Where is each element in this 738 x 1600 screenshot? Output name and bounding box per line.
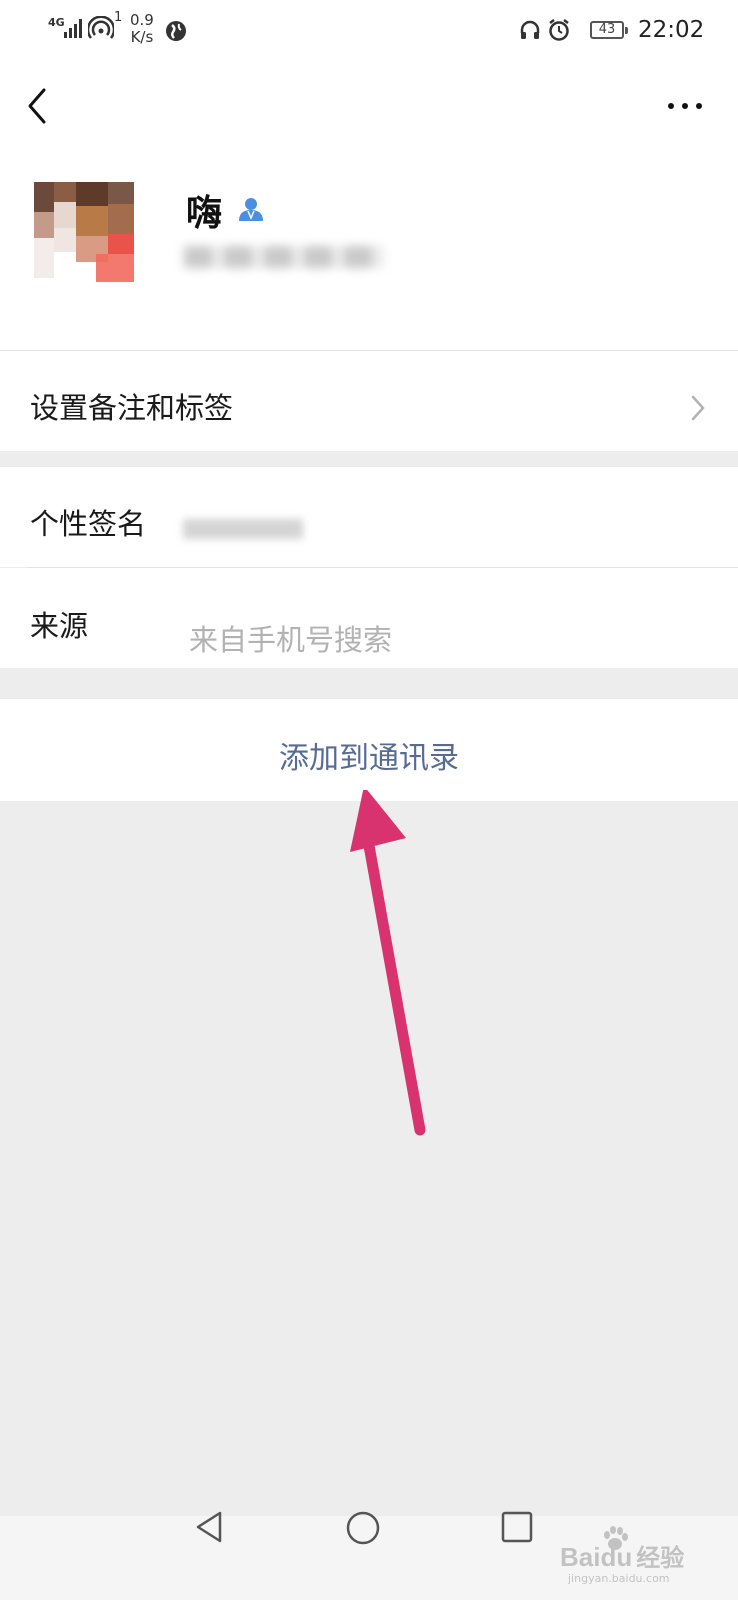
chevron-right-icon: [691, 395, 705, 421]
clock-time: 22:02: [638, 17, 705, 43]
chevron-left-icon: [28, 88, 46, 124]
baidu-jingyan-watermark-logo: Baidu 经验 jingyan.baidu.com: [560, 1524, 730, 1592]
nav-home-icon[interactable]: [344, 1509, 382, 1547]
source-label: 来源: [30, 609, 89, 643]
signature-value-redacted: [183, 515, 313, 543]
alarm-icon: [549, 19, 569, 41]
remarks-tags-label: 设置备注和标签: [30, 391, 234, 425]
contact-name: 嗨: [186, 193, 223, 234]
signal-icon: [64, 19, 82, 38]
hotspot-icon: [88, 16, 114, 39]
headphones-icon: [520, 20, 540, 39]
globe-icon: [166, 21, 186, 41]
network-speed: 0.9 K/s: [130, 11, 154, 46]
more-dots-icon: [668, 103, 702, 109]
contact-person-icon: [239, 198, 263, 221]
nav-back-icon[interactable]: [190, 1507, 230, 1547]
avatar[interactable]: [26, 182, 148, 292]
signature-label: 个性签名: [30, 507, 147, 541]
source-value: 来自手机号搜索: [189, 623, 393, 657]
add-to-contacts-label: 添加到通讯录: [279, 741, 459, 776]
more-options-button[interactable]: [660, 90, 710, 120]
hotspot-count: 1: [114, 10, 123, 25]
annotation-arrow-icon: [350, 790, 426, 1136]
wechat-id-redacted: [184, 242, 394, 272]
battery-indicator: 43: [590, 21, 628, 39]
back-button[interactable]: [20, 84, 60, 128]
nav-recents-icon[interactable]: [500, 1510, 534, 1544]
